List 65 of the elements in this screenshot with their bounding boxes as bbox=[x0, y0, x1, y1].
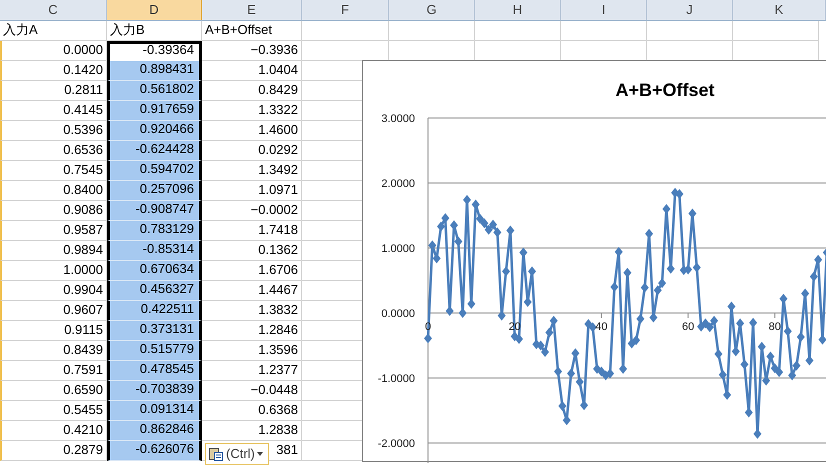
table-cell: 1.4467 bbox=[202, 281, 302, 301]
table-cell: 0.0292 bbox=[202, 141, 302, 161]
table-cell[interactable]: 0.257096 bbox=[107, 181, 202, 201]
table-cell: 1.3596 bbox=[202, 341, 302, 361]
table-cell[interactable]: -0.703839 bbox=[107, 381, 202, 401]
table-cell: 1.2838 bbox=[202, 421, 302, 441]
table-cell: 1.3492 bbox=[202, 161, 302, 181]
y-tick-label: 3.0000 bbox=[381, 113, 415, 125]
table-cell[interactable]: 0.456327 bbox=[107, 281, 202, 301]
x-tick-label: 40 bbox=[595, 321, 608, 333]
x-tick-label: 80 bbox=[768, 321, 781, 333]
column-header[interactable]: J bbox=[647, 0, 733, 20]
column-header[interactable]: C bbox=[0, 0, 107, 20]
column-header[interactable]: G bbox=[389, 0, 475, 20]
table-cell: 0.6368 bbox=[202, 401, 302, 421]
table-cell[interactable]: -0.626076 bbox=[107, 441, 202, 461]
table-cell[interactable]: -0.908747 bbox=[107, 201, 202, 221]
table-cell[interactable]: 0.561802 bbox=[107, 81, 202, 101]
table-cell: 1.0404 bbox=[202, 61, 302, 81]
table-cell: 1.7418 bbox=[202, 221, 302, 241]
table-cell: 0.8429 bbox=[202, 81, 302, 101]
table-cell: −0.3936 bbox=[202, 41, 302, 61]
table-cell[interactable]: 0.515779 bbox=[107, 341, 202, 361]
y-tick-label: 2.0000 bbox=[381, 178, 415, 190]
y-tick-label: 1.0000 bbox=[381, 243, 415, 255]
table-cell[interactable]: 0.091314 bbox=[107, 401, 202, 421]
table-cell: −0.0448 bbox=[202, 381, 302, 401]
table-cell[interactable]: 0.670634 bbox=[107, 261, 202, 281]
x-tick-label: 60 bbox=[682, 321, 694, 333]
column-header[interactable]: H bbox=[475, 0, 561, 20]
clipboard-icon bbox=[208, 446, 224, 462]
table-cell[interactable]: 0.422511 bbox=[107, 301, 202, 321]
column-header[interactable]: F bbox=[302, 0, 389, 20]
table-cell: 1.2377 bbox=[202, 361, 302, 381]
table-cell: −0.0002 bbox=[202, 201, 302, 221]
y-tick-label: -2.0000 bbox=[378, 438, 415, 450]
column-header[interactable]: I bbox=[561, 0, 647, 20]
table-cell[interactable]: 0.917659 bbox=[107, 101, 202, 121]
table-cell: 1.3832 bbox=[202, 301, 302, 321]
table-cell: 1.2846 bbox=[202, 321, 302, 341]
paste-options-button[interactable]: (Ctrl) bbox=[205, 443, 269, 465]
table-cell[interactable]: -0.85314 bbox=[107, 241, 202, 261]
table-cell[interactable]: 0.373131 bbox=[107, 321, 202, 341]
table-cell[interactable]: 0.478545 bbox=[107, 361, 202, 381]
table-cell[interactable]: 0.783129 bbox=[107, 221, 202, 241]
table-cell: A+B+Offset bbox=[202, 21, 302, 41]
table-cell[interactable]: 0.898431 bbox=[107, 61, 202, 81]
table-cell: 1.6706 bbox=[202, 261, 302, 281]
table-cell[interactable]: 0.920466 bbox=[107, 121, 202, 141]
table-cell: 1.3322 bbox=[202, 101, 302, 121]
table-cell: 1.0971 bbox=[202, 181, 302, 201]
y-tick-label: -1.0000 bbox=[378, 373, 415, 385]
table-cell: 入力A bbox=[0, 21, 107, 41]
column-header[interactable]: K bbox=[733, 0, 826, 20]
table-cell[interactable]: 0.862846 bbox=[107, 421, 202, 441]
column-header[interactable]: D bbox=[107, 0, 202, 20]
table-cell[interactable]: -0.624428 bbox=[107, 141, 202, 161]
table-cell: 1.4600 bbox=[202, 121, 302, 141]
table-cell[interactable]: 0.594702 bbox=[107, 161, 202, 181]
table-cell[interactable]: -0.39364 bbox=[107, 41, 202, 61]
caret-icon bbox=[256, 452, 263, 456]
y-tick-label: 0.0000 bbox=[381, 308, 415, 320]
chart-title: A+B+Offset bbox=[615, 79, 715, 102]
table-cell: 0.1362 bbox=[202, 241, 302, 261]
column-header[interactable]: E bbox=[202, 0, 302, 20]
